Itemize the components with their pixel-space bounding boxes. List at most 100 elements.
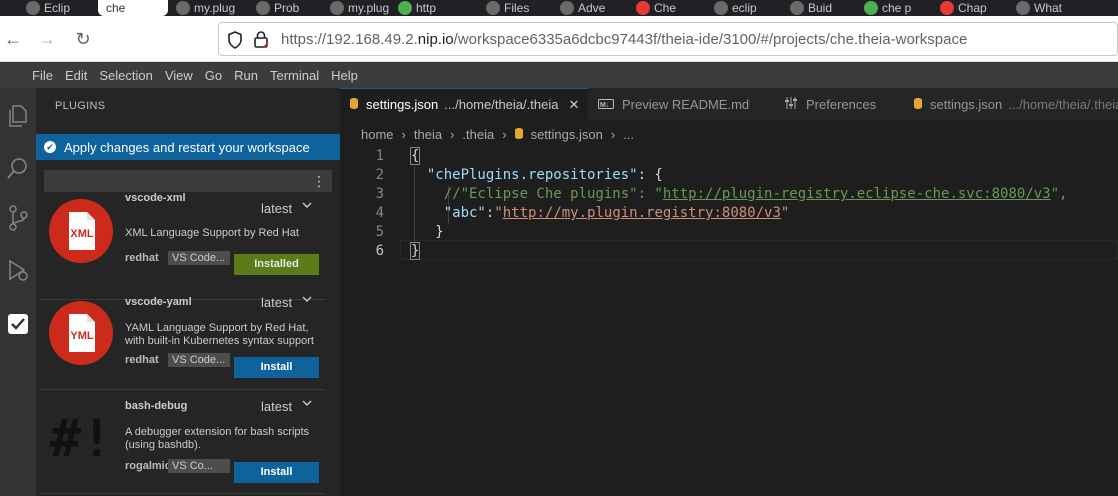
code-line-1: { (410, 147, 421, 165)
browser-tab[interactable]: eclip (714, 0, 782, 16)
database-icon (914, 97, 922, 112)
menu-terminal[interactable]: Terminal (264, 68, 325, 83)
chevron-right-icon: › (450, 126, 455, 142)
chevron-right-icon: › (502, 126, 507, 142)
url-field[interactable]: https://192.168.49.2.nip.io/workspace633… (218, 22, 1118, 56)
breadcrumb-file[interactable]: settings.json (531, 127, 603, 142)
browser-tab-label: che p (882, 1, 912, 15)
reload-icon[interactable]: ↻ (72, 28, 94, 50)
browser-tab[interactable]: Che (636, 0, 706, 16)
tab-label: settings.json (930, 96, 1003, 112)
plugin-publisher: redhat (125, 354, 159, 366)
installed-button[interactable]: Installed (234, 254, 319, 275)
chevron-down-icon[interactable] (302, 294, 312, 306)
tab-preview-readme[interactable]: M↓ Preview README.md (588, 88, 750, 120)
restart-banner[interactable]: ✔ Apply changes and restart your workspa… (36, 134, 340, 160)
browser-tab[interactable]: Buid (790, 0, 856, 16)
yml-logo-icon: YML (48, 300, 114, 366)
tab-label: Preferences (806, 96, 877, 112)
browser-tab[interactable]: Files (486, 0, 550, 16)
code-line-2: "chePlugins.repositories": { (426, 167, 663, 183)
preferences-icon (784, 96, 798, 112)
browser-tab-label: Chap (958, 1, 987, 15)
sidebar-title: PLUGINS (55, 100, 106, 112)
menu-help[interactable]: Help (325, 68, 364, 83)
forward-icon[interactable]: → (36, 28, 58, 50)
plugin-description: YAML Language Support by Red Hat, with b… (125, 322, 314, 347)
browser-tab[interactable]: Eclip (26, 0, 86, 16)
browser-tab[interactable]: my.plug (176, 0, 246, 16)
browser-tab-label: Eclip (44, 1, 71, 15)
install-button[interactable]: Install (234, 357, 319, 378)
chevron-down-icon[interactable] (302, 200, 312, 212)
breadcrumb-dot-theia[interactable]: .theia (462, 127, 494, 142)
close-icon[interactable]: ✕ (568, 97, 579, 113)
menu-view[interactable]: View (159, 68, 199, 83)
favicon-icon (560, 1, 574, 15)
url-text: https://192.168.49.2.nip.io/workspace633… (281, 31, 968, 48)
tab-settings-json[interactable]: settings.json .../home/theia/.theia ✕ (340, 88, 588, 120)
current-line-highlight (400, 240, 1118, 260)
browser-tab[interactable]: Adve (560, 0, 628, 16)
menu-selection[interactable]: Selection (93, 68, 158, 83)
breadcrumb-home[interactable]: home (361, 127, 394, 142)
plugin-item-vscode-yaml[interactable]: YML vscode-yaml latest YAML Language Sup… (40, 286, 325, 390)
shield-icon (228, 31, 242, 49)
database-icon (350, 97, 358, 112)
favicon-icon (176, 1, 190, 15)
search-icon[interactable] (0, 150, 36, 186)
plugin-version[interactable]: latest (261, 295, 292, 310)
breadcrumb-more[interactable]: ... (623, 127, 634, 142)
browser-tab[interactable]: che (98, 0, 168, 16)
svg-text:YML: YML (70, 330, 94, 342)
browser-tab[interactable]: http (398, 0, 478, 16)
browser-tab[interactable]: What (1016, 0, 1096, 16)
browser-tab-label: Buid (808, 1, 833, 15)
plugin-name: vscode-xml (125, 192, 186, 204)
favicon-icon (636, 1, 650, 15)
breadcrumb-theia[interactable]: theia (414, 127, 442, 142)
browser-tab[interactable]: Chap (940, 0, 1008, 16)
browser-tab[interactable]: Prob (256, 0, 320, 16)
xml-logo-icon: XML (48, 198, 114, 264)
menu-go[interactable]: Go (199, 68, 228, 83)
plugin-item-bash-debug[interactable]: #! bash-debug latest A debugger extensio… (40, 390, 325, 494)
favicon-icon (714, 1, 728, 15)
favicon-icon (940, 1, 954, 15)
browser-tab[interactable]: my.plug (330, 0, 390, 16)
check-circle-icon: ✔ (44, 141, 56, 153)
tab-path: .../home/theia/.theia (444, 97, 559, 112)
menu-file[interactable]: File (26, 68, 59, 83)
browser-tab-label: Che (654, 1, 677, 15)
menu-run[interactable]: Run (228, 68, 264, 83)
favicon-icon (256, 1, 270, 15)
plugin-item-vscode-xml[interactable]: XML vscode-xml latest XML Language Suppo… (40, 192, 325, 300)
code-line-3: //"Eclipse Che plugins": "http://plugin-… (443, 186, 1068, 202)
source-control-icon[interactable] (0, 200, 36, 236)
plugin-tag: VS Co... (168, 459, 230, 473)
debug-icon[interactable] (0, 252, 36, 288)
chevron-down-icon[interactable] (302, 398, 312, 410)
plugin-version[interactable]: latest (261, 399, 292, 414)
browser-tab[interactable]: che p (864, 0, 934, 16)
plugin-name: bash-debug (125, 400, 188, 412)
explorer-icon[interactable] (0, 98, 36, 134)
lock-icon[interactable] (253, 30, 269, 48)
code-editor[interactable]: 1 2 3 4 5 6 { "chePlugins.repositories":… (340, 146, 1118, 496)
install-button[interactable]: Install (234, 462, 319, 483)
plugin-search-input[interactable]: ⋮ (44, 170, 332, 192)
tab-label: settings.json (366, 97, 439, 112)
more-actions-icon[interactable]: ⋮ (312, 172, 326, 190)
tab-settings-json-2[interactable]: settings.json .../home/theia/.theia (904, 88, 1118, 120)
favicon-icon (1016, 1, 1030, 15)
plugin-version[interactable]: latest (261, 201, 292, 216)
browser-tab-label: Adve (578, 1, 606, 15)
tab-preferences[interactable]: Preferences (774, 88, 910, 120)
line-number: 6 (375, 243, 384, 259)
plugin-tag: VS Code... (168, 353, 230, 367)
back-icon[interactable]: ← (2, 28, 24, 50)
code-line-5: } (435, 224, 444, 240)
browser-tab-label: http (416, 1, 437, 15)
menu-edit[interactable]: Edit (59, 68, 93, 83)
plugins-icon[interactable] (0, 306, 36, 342)
